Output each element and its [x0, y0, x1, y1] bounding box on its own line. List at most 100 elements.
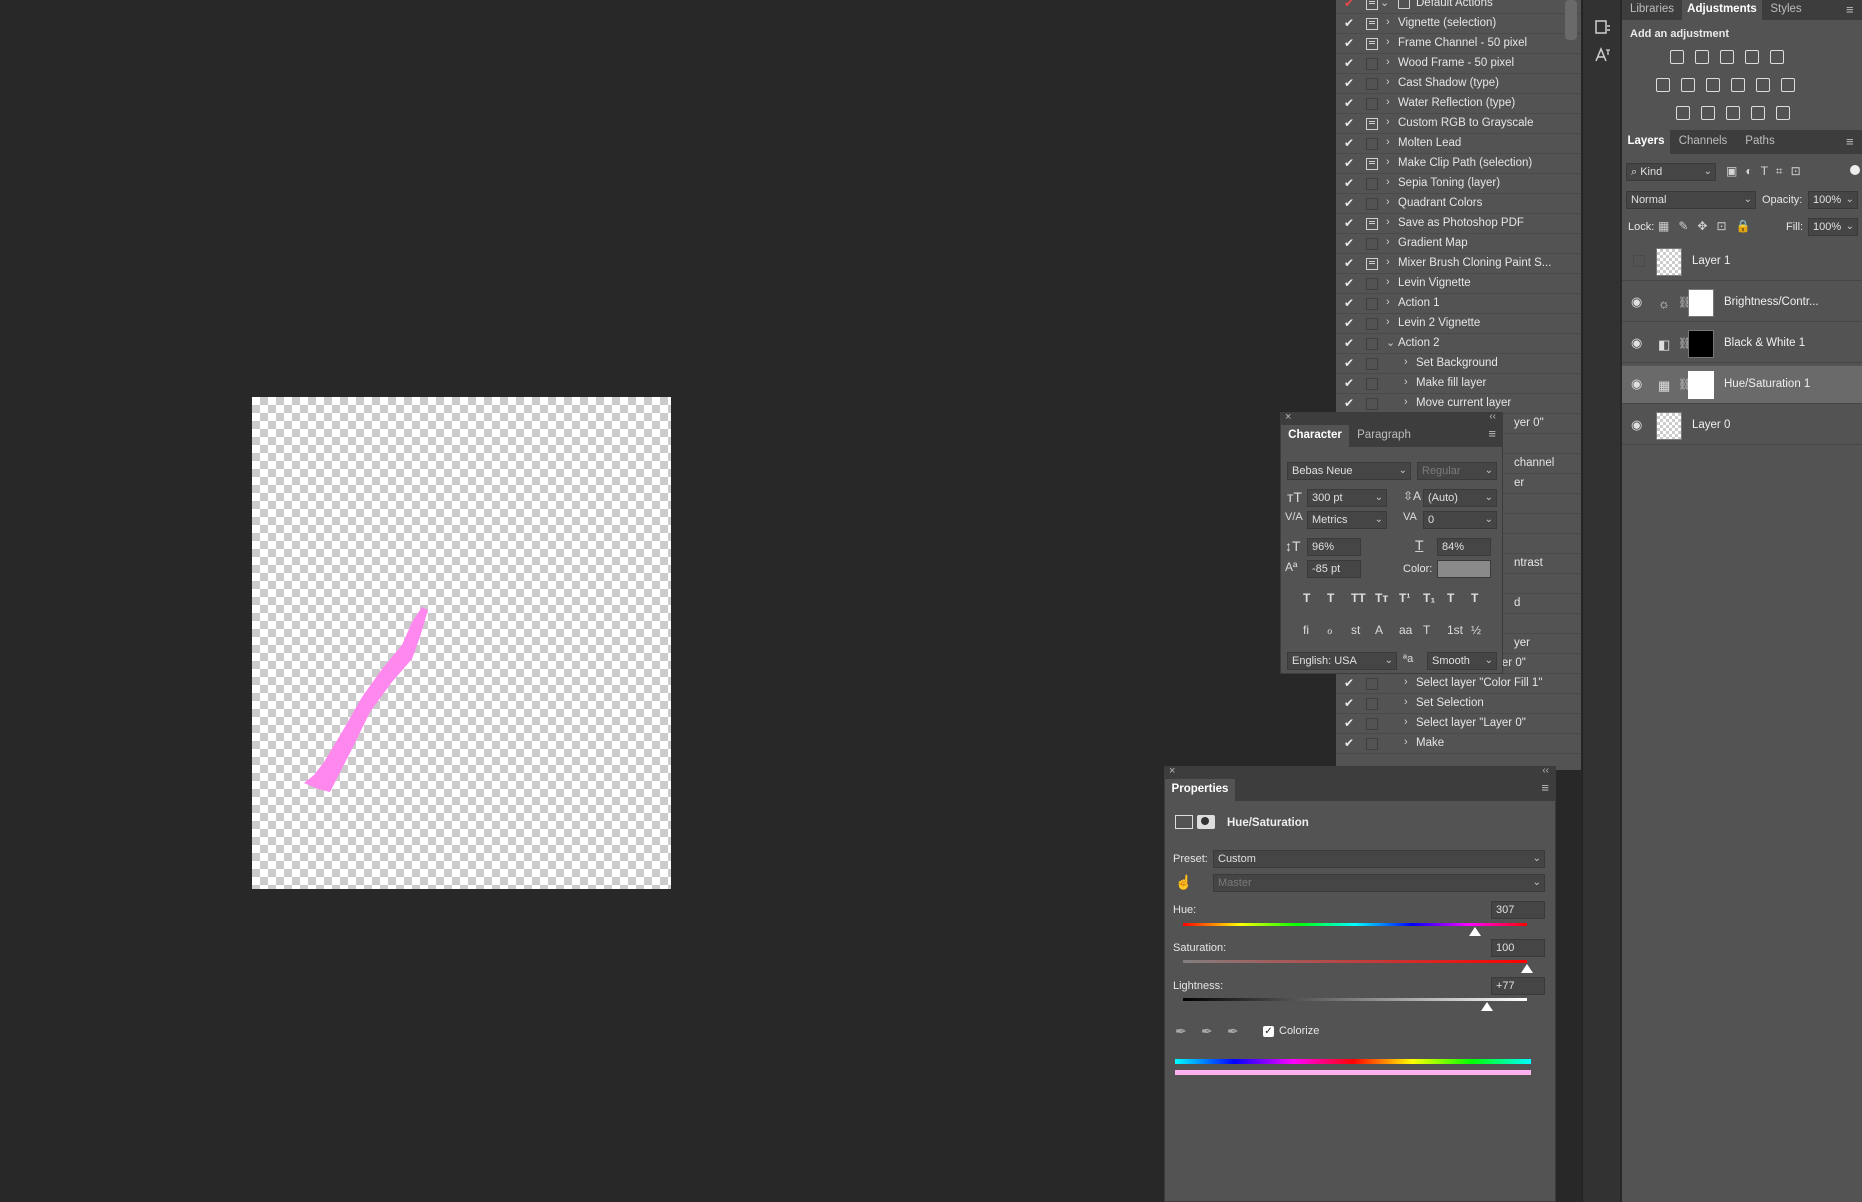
lightness-slider-track[interactable]	[1183, 998, 1527, 1001]
action-row[interactable]: ✔ ›Select layer "Layer 0"	[1336, 714, 1581, 734]
chevron-right-icon[interactable]: ›	[1386, 76, 1396, 88]
text-style-button[interactable]: T	[1303, 591, 1310, 605]
action-toggle-check[interactable]: ✔	[1344, 336, 1356, 352]
layer-filter-kind[interactable]: ⌕ Kind ⌄	[1626, 163, 1716, 181]
action-toggle-check[interactable]: ✔	[1344, 36, 1356, 52]
action-toggle-check[interactable]: ✔	[1344, 96, 1356, 112]
chevron-right-icon[interactable]: ›	[1386, 36, 1396, 48]
adjustment-preset-icon[interactable]	[1676, 106, 1690, 120]
adjustment-preset-icon[interactable]	[1751, 106, 1765, 120]
layer-row[interactable]: ◉ ◧ ⛓ Black & White 1	[1622, 325, 1862, 363]
action-row[interactable]: ✔ › Frame Channel - 50 pixel	[1336, 34, 1581, 54]
action-toggle-check[interactable]: ✔	[1344, 236, 1356, 252]
opentype-button[interactable]: ½	[1471, 623, 1481, 637]
chevron-right-icon[interactable]: ›	[1386, 196, 1396, 208]
action-row[interactable]: ✔ › Molten Lead	[1336, 134, 1581, 154]
chevron-right-icon[interactable]: ›	[1404, 736, 1414, 748]
adjustment-preset-icon[interactable]	[1656, 78, 1670, 92]
visibility-eye-icon[interactable]	[1633, 255, 1645, 267]
chevron-right-icon[interactable]: ›	[1404, 716, 1414, 728]
adjustment-preset-icon[interactable]	[1770, 50, 1784, 64]
colorize-checkbox[interactable]: ✓	[1263, 1026, 1274, 1037]
text-style-button[interactable]: T¹	[1399, 591, 1410, 605]
action-toggle-check[interactable]: ✔	[1344, 376, 1356, 392]
tracking-field[interactable]: 0 ⌄	[1423, 511, 1497, 529]
action-toggle-check[interactable]: ✔	[1344, 196, 1356, 212]
font-size-field[interactable]: 300 pt ⌄	[1307, 489, 1387, 507]
chevron-right-icon[interactable]: ›	[1404, 376, 1414, 388]
font-style-select[interactable]: Regular ⌄	[1417, 462, 1497, 480]
opentype-button[interactable]: st	[1351, 623, 1360, 637]
chevron-down-icon[interactable]: ⌄	[1380, 0, 1390, 9]
dialog-toggle[interactable]	[1366, 18, 1378, 30]
action-toggle-check[interactable]: ✔	[1344, 76, 1356, 92]
adjustment-preset-icon[interactable]	[1776, 106, 1790, 120]
layer-mask-thumbnail[interactable]	[1688, 289, 1714, 317]
action-row[interactable]: ✔ › Make	[1336, 734, 1581, 754]
adjustment-icon[interactable]	[1175, 815, 1193, 829]
properties-menu-icon[interactable]: ≡	[1541, 780, 1549, 795]
layer-row[interactable]: ◉ Layer 0	[1622, 407, 1862, 445]
chevron-right-icon[interactable]: ›	[1386, 216, 1396, 228]
tab-properties[interactable]: Properties	[1165, 779, 1235, 801]
adjustment-preset-icon[interactable]	[1726, 106, 1740, 120]
vertical-scale-field[interactable]: 96%	[1307, 538, 1361, 556]
actions-scrollbar[interactable]	[1565, 0, 1577, 40]
action-toggle-check[interactable]: ✔	[1344, 16, 1356, 32]
dialog-toggle[interactable]	[1366, 358, 1378, 370]
action-row[interactable]: ✔ › Mixer Brush Cloning Paint S...	[1336, 254, 1581, 274]
action-row[interactable]: ✔ › Make Clip Path (selection)	[1336, 154, 1581, 174]
chevron-right-icon[interactable]: ›	[1386, 236, 1396, 248]
character-menu-icon[interactable]: ≡	[1488, 426, 1496, 441]
paragraph-icon[interactable]	[1594, 18, 1612, 36]
lightness-slider-thumb[interactable]	[1481, 1002, 1494, 1011]
blend-mode-select[interactable]: Normal ⌄	[1626, 191, 1756, 209]
action-toggle-check[interactable]: ✔	[1344, 136, 1356, 152]
dialog-toggle[interactable]	[1366, 338, 1378, 350]
dialog-toggle[interactable]	[1366, 278, 1378, 290]
adjustment-preset-icon[interactable]	[1701, 106, 1715, 120]
action-row[interactable]: ✔ › Levin 2 Vignette	[1336, 314, 1581, 334]
kerning-field[interactable]: Metrics ⌄	[1307, 511, 1387, 529]
tab-styles[interactable]: Styles	[1762, 0, 1810, 20]
dialog-toggle[interactable]	[1366, 198, 1378, 210]
dialog-toggle[interactable]	[1366, 318, 1378, 330]
horizontal-scale-field[interactable]: 84%	[1437, 538, 1491, 556]
dialog-toggle[interactable]	[1366, 38, 1378, 50]
opentype-button[interactable]: 1st	[1447, 623, 1463, 637]
chevron-right-icon[interactable]: ›	[1404, 396, 1414, 408]
opentype-button[interactable]: ℴ	[1327, 623, 1333, 637]
tab-libraries[interactable]: Libraries	[1622, 0, 1682, 20]
preset-select[interactable]: Custom ⌄	[1213, 850, 1545, 868]
action-row[interactable]: ✔ ⌄ Action 2	[1336, 334, 1581, 354]
opentype-button[interactable]: aa	[1399, 623, 1412, 637]
close-icon[interactable]: ×	[1285, 411, 1291, 423]
lock-icons[interactable]: ▦✎✥⊡🔒	[1658, 219, 1759, 233]
dialog-toggle[interactable]	[1366, 698, 1378, 710]
dialog-toggle[interactable]	[1366, 298, 1378, 310]
chevron-right-icon[interactable]: ›	[1386, 156, 1396, 168]
chevron-right-icon[interactable]: ›	[1404, 676, 1414, 688]
character-icon[interactable]	[1594, 46, 1612, 64]
text-style-button[interactable]: T	[1447, 591, 1454, 605]
text-style-button[interactable]: TT	[1351, 591, 1366, 605]
saturation-field[interactable]: 100	[1491, 939, 1545, 957]
adjustment-preset-icon[interactable]	[1781, 78, 1795, 92]
visibility-eye-icon[interactable]: ◉	[1631, 295, 1647, 308]
dialog-toggle[interactable]	[1366, 98, 1378, 110]
visibility-eye-icon[interactable]: ◉	[1631, 418, 1647, 431]
eyedropper-minus-icon[interactable]: ✒	[1227, 1023, 1239, 1040]
action-row[interactable]: ✔ › Cast Shadow (type)	[1336, 74, 1581, 94]
action-row[interactable]: ✔ › Custom RGB to Grayscale	[1336, 114, 1581, 134]
dialog-toggle[interactable]	[1366, 718, 1378, 730]
action-toggle-check[interactable]: ✔	[1344, 116, 1356, 132]
adjustment-preset-icon[interactable]	[1681, 78, 1695, 92]
opentype-button[interactable]: A	[1375, 623, 1383, 637]
action-row[interactable]: ✔ › Quadrant Colors	[1336, 194, 1581, 214]
dialog-toggle[interactable]	[1366, 378, 1378, 390]
baseline-shift-field[interactable]: -85 pt	[1307, 560, 1361, 578]
fill-field[interactable]: 100% ⌄	[1808, 218, 1858, 236]
tab-adjustments[interactable]: Adjustments	[1682, 0, 1762, 20]
chevron-right-icon[interactable]: ›	[1386, 136, 1396, 148]
dialog-toggle[interactable]	[1366, 398, 1378, 410]
